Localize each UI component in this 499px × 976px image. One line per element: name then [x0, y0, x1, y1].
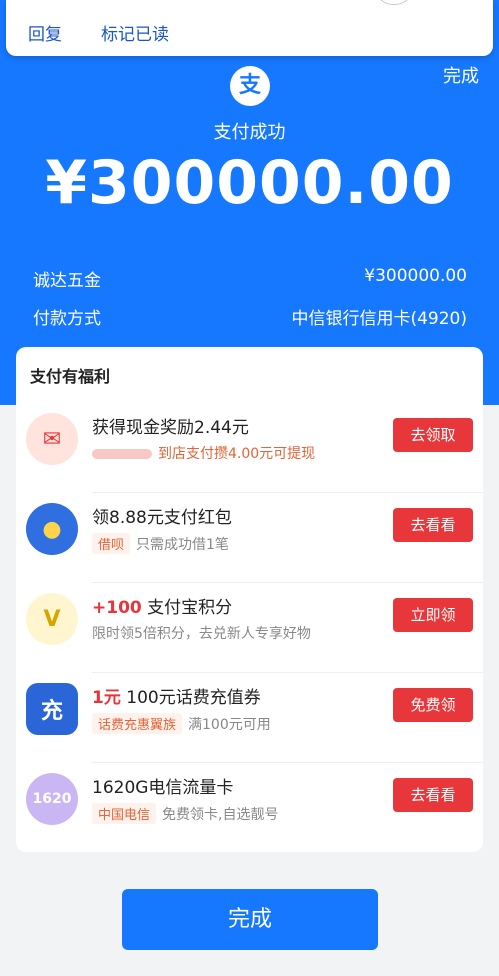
reply-button[interactable]: 回复 — [28, 20, 62, 45]
payment-method-value: 中信银行信用卡(4920) — [291, 309, 467, 329]
benefit-title: +100 支付宝积分 — [92, 598, 233, 618]
done-button[interactable]: 完成 — [122, 889, 378, 950]
payment-method-label: 付款方式 — [33, 309, 101, 329]
payment-status: 支付成功 — [213, 122, 286, 143]
benefit-subtitle: 话费充惠翼族 满100元可用 — [92, 713, 271, 734]
mark-read-button[interactable]: 标记已读 — [101, 20, 169, 45]
benefit-subtitle: 中国电信 免费领卡,自选靓号 — [92, 803, 278, 824]
view-button[interactable]: 去看看 — [393, 778, 473, 812]
benefit-tag: 中国电信 — [92, 803, 157, 824]
coin-icon: V — [26, 593, 78, 645]
benefit-tag: 借呗 — [92, 533, 131, 554]
benefit-subtitle: 到店支付攒4.00元可提现 — [92, 443, 315, 463]
benefit-title: 获得现金奖励2.44元 — [92, 418, 249, 438]
notification-banner[interactable]: 回复 标记已读 — [6, 0, 493, 56]
benefit-item-cash-reward[interactable]: ✉ 获得现金奖励2.44元 到店支付攒4.00元可提现 去领取 — [16, 403, 483, 493]
benefit-item-red-packet[interactable]: ● 领8.88元支付红包 借呗 只需成功借1笔 去看看 — [16, 493, 483, 583]
phone-recharge-icon: 充 — [26, 683, 78, 735]
benefit-title: 1620G电信流量卡 — [92, 778, 234, 798]
benefit-subtitle: 限时领5倍积分，去兑新人专享好物 — [92, 626, 311, 642]
payment-amount: ¥300000.00 — [45, 148, 454, 218]
data-card-icon: 1620 — [26, 773, 78, 825]
free-claim-button[interactable]: 免费领 — [393, 688, 473, 722]
benefit-item-points[interactable]: V +100 支付宝积分 限时领5倍积分，去兑新人专享好物 立即领 — [16, 583, 483, 673]
top-done-button[interactable]: 完成 — [443, 62, 479, 88]
view-button[interactable]: 去看看 — [393, 508, 473, 542]
chick-mascot-icon: ● — [26, 503, 78, 555]
benefit-item-data-card[interactable]: 1620 1620G电信流量卡 中国电信 免费领卡,自选靓号 去看看 — [16, 763, 483, 853]
benefit-item-phone-voucher[interactable]: 充 1元 100元话费充值券 话费充惠翼族 满100元可用 免费领 — [16, 673, 483, 763]
merchant-name: 诚达五金 — [33, 271, 101, 291]
benefit-title: 1元 100元话费充值券 — [92, 688, 261, 708]
benefit-title: 领8.88元支付红包 — [92, 508, 232, 528]
merchant-amount: ¥300000.00 — [364, 266, 467, 286]
benefits-title: 支付有福利 — [30, 367, 111, 386]
progress-pill — [92, 449, 152, 459]
banner-handle — [375, 0, 413, 5]
claim-now-button[interactable]: 立即领 — [393, 598, 473, 632]
claim-button[interactable]: 去领取 — [393, 418, 473, 452]
benefit-tag: 话费充惠翼族 — [92, 713, 183, 734]
red-envelope-icon: ✉ — [26, 413, 78, 465]
benefits-card: 支付有福利 ✉ 获得现金奖励2.44元 到店支付攒4.00元可提现 去领取 ● … — [16, 347, 483, 852]
alipay-logo-icon: 支 — [230, 66, 270, 106]
benefit-subtitle: 借呗 只需成功借1笔 — [92, 533, 229, 554]
